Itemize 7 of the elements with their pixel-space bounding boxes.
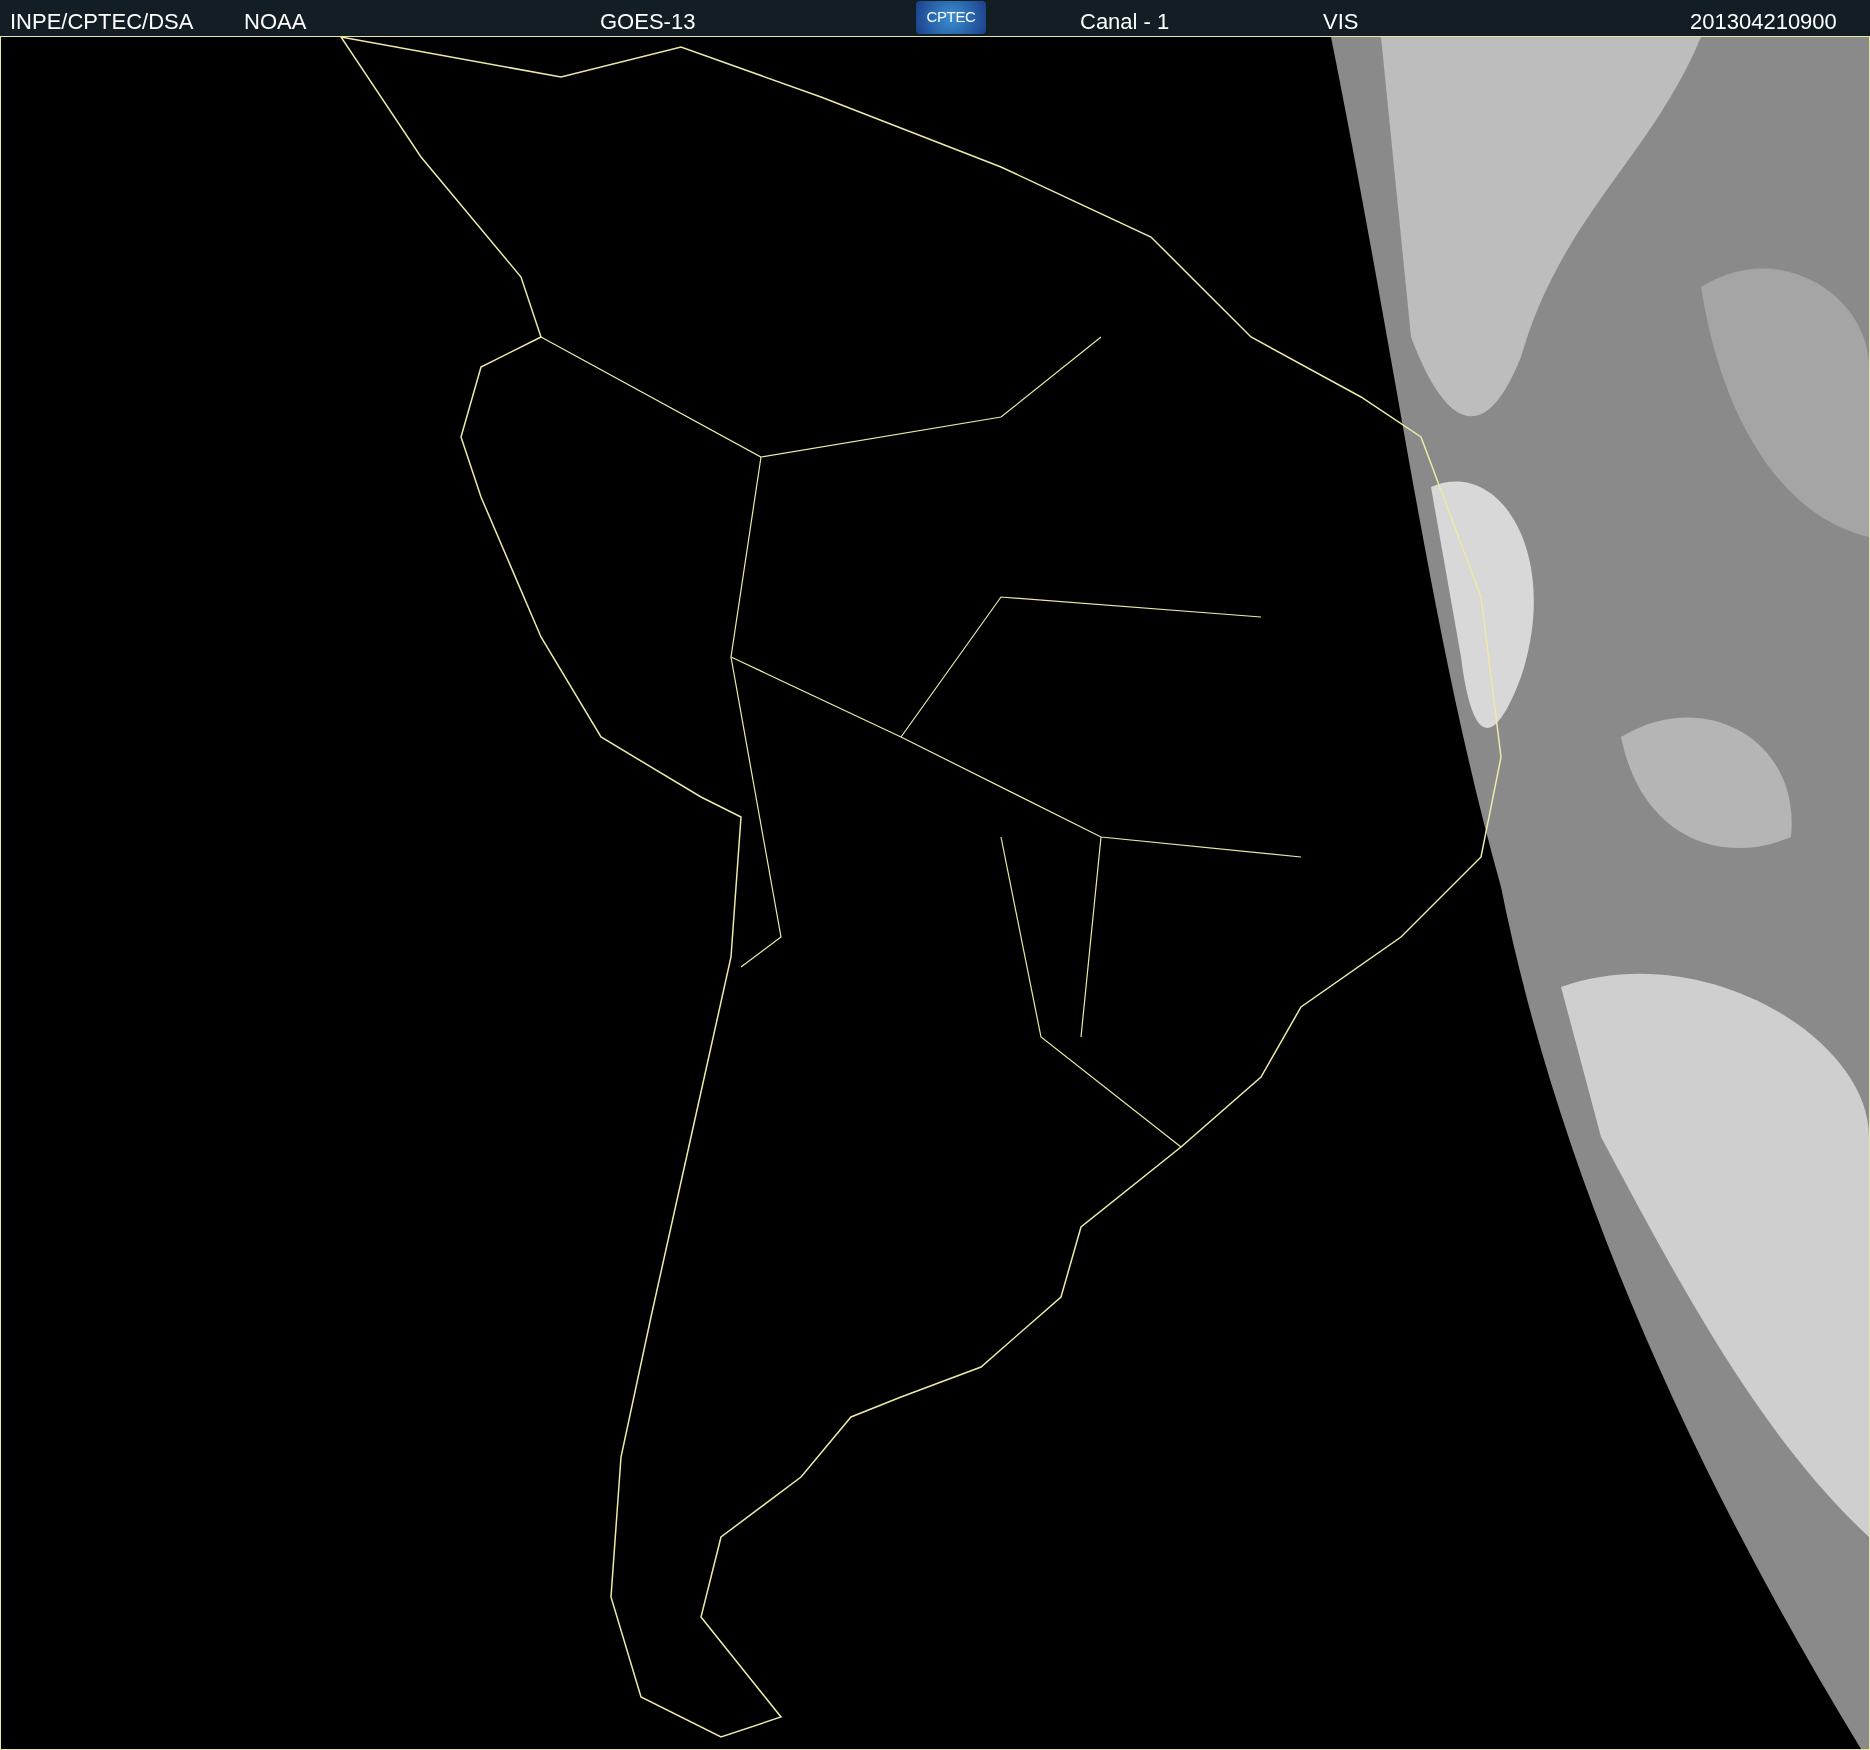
channel-label: Canal - 1	[1080, 8, 1170, 36]
satellite-label: GOES-13	[600, 8, 696, 36]
logo: CPTEC	[916, 1, 986, 34]
timestamp-label: 201304210900	[1690, 8, 1837, 36]
band-label: VIS	[1323, 8, 1359, 36]
source-label: INPE/CPTEC/DSA	[10, 8, 194, 36]
agency-label: NOAA	[244, 8, 307, 36]
